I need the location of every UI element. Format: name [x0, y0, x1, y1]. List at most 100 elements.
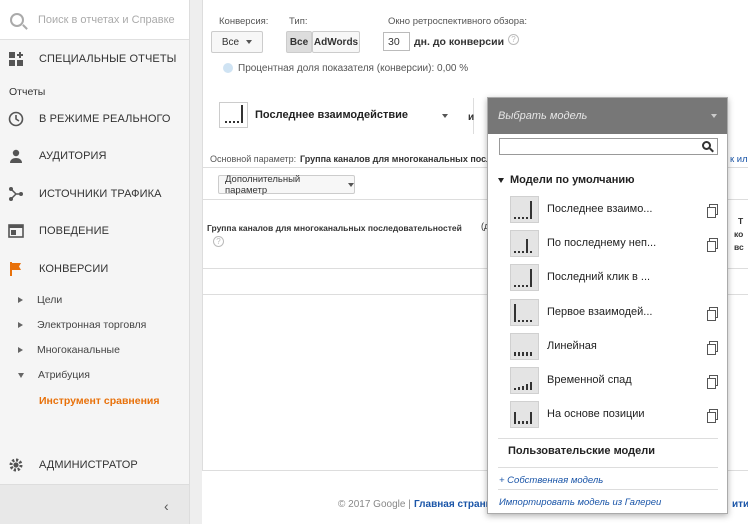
last-adwords-click-chart-icon — [510, 263, 539, 291]
position-based-chart-icon — [510, 400, 539, 428]
sidebar-item-audience[interactable]: АУДИТОРИЯ — [0, 138, 189, 174]
percent-text: Процентная доля показателя (конверсии): … — [238, 63, 469, 74]
type-all-button[interactable]: Все — [286, 31, 312, 53]
divider — [498, 438, 718, 439]
model-picker-header[interactable]: Выбрать модель — [488, 98, 727, 134]
chevron-down-icon — [711, 114, 717, 118]
model-option-last-interaction[interactable]: Последнее взаимо... — [510, 195, 720, 223]
model-option-name: Временной спад — [547, 374, 632, 386]
window-icon — [8, 223, 24, 239]
model-option-name: Первое взаимодей... — [547, 306, 653, 318]
right-link[interactable]: к или — [730, 154, 748, 165]
sidebar-item-conversions[interactable]: КОНВЕРСИИ — [0, 251, 189, 287]
model-search-input[interactable] — [499, 138, 718, 155]
secondary-dimension-label: Дополнительный параметр — [225, 173, 301, 196]
footer-right-link[interactable]: ити — [732, 499, 748, 510]
sidebar-item-admin[interactable]: АДМИНИСТРАТОР — [0, 447, 189, 483]
sidebar-item-behavior[interactable]: ПОВЕДЕНИЕ — [0, 213, 189, 249]
section-title: Модели по умолчанию — [510, 174, 635, 186]
sidebar-item-custom-reports[interactable]: СПЕЦИАЛЬНЫЕ ОТЧЕТЫ — [0, 41, 189, 77]
copy-icon[interactable] — [707, 203, 718, 218]
sidebar-item-realtime[interactable]: В РЕЖИМЕ РЕАЛЬНОГО — [0, 101, 189, 137]
sidebar-collapse-bar: ‹ — [0, 484, 189, 524]
first-interaction-chart-icon — [510, 298, 539, 326]
primary-dimension-value[interactable]: Группа каналов для многоканальных послед… — [300, 154, 508, 164]
search-icon — [10, 12, 24, 27]
sidebar-sub-attribution[interactable]: Атрибуция — [18, 369, 90, 381]
model-option-name: Линейная — [547, 340, 597, 352]
chevron-down-icon — [246, 40, 253, 44]
help-icon[interactable]: ? — [213, 236, 224, 247]
right-column-header-3: вс — [734, 242, 744, 252]
divider — [498, 467, 718, 468]
lookback-suffix: дн. до конверсии — [414, 36, 505, 48]
model-option-last-non-direct[interactable]: По последнему неп... — [510, 229, 720, 257]
copy-icon[interactable] — [707, 340, 718, 355]
reports-header: Отчеты — [9, 86, 46, 98]
person-icon — [8, 148, 24, 164]
model-option-first-interaction[interactable]: Первое взаимодей... — [510, 298, 720, 326]
secondary-dimension-button[interactable]: Дополнительный параметр — [218, 173, 355, 196]
help-icon[interactable]: ? — [508, 34, 519, 45]
default-models-section[interactable]: Модели по умолчанию — [498, 174, 635, 186]
column-header[interactable]: Группа каналов для многоканальных послед… — [207, 223, 462, 233]
type-label: Тип: — [289, 16, 308, 27]
right-column-header: Т — [738, 216, 744, 226]
clock-icon — [8, 111, 24, 127]
time-decay-chart-icon — [510, 366, 539, 394]
right-column-header-2: ко — [734, 229, 744, 239]
selected-model-name[interactable]: Последнее взаимодействие — [255, 109, 408, 121]
model-option-linear[interactable]: Линейная — [510, 332, 720, 360]
last-interaction-chart-icon — [510, 195, 539, 223]
model-option-name: На основе позиции — [547, 408, 645, 420]
sidebar-sub-multichannel[interactable]: Многоканальные — [18, 344, 120, 356]
type-adwords-button[interactable]: AdWords — [312, 31, 360, 53]
expand-arrow-icon — [18, 347, 23, 353]
linear-chart-icon — [510, 332, 539, 360]
grid-plus-icon — [8, 51, 24, 67]
gear-icon — [8, 457, 24, 473]
expand-arrow-icon — [18, 297, 23, 303]
footer-home-link[interactable]: Главная страни — [414, 499, 492, 510]
copy-icon[interactable] — [707, 237, 718, 252]
model-picker-dropdown: Выбрать модель Модели по умолчанию После… — [487, 97, 728, 514]
sidebar-search[interactable]: Поиск в отчетах и Справке — [0, 0, 189, 40]
last-non-direct-chart-icon — [510, 229, 539, 257]
collapse-arrow-icon — [498, 177, 504, 183]
sidebar-sub-goals[interactable]: Цели — [18, 294, 62, 306]
model-option-time-decay[interactable]: Временной спад — [510, 366, 720, 394]
flag-icon — [8, 261, 24, 277]
conversion-dropdown[interactable]: Все — [211, 31, 263, 53]
model-option-name: Последнее взаимо... — [547, 203, 653, 215]
copy-icon[interactable] — [707, 306, 718, 321]
model-option-position-based[interactable]: На основе позиции — [510, 400, 720, 428]
sidebar-sub-label: Электронная торговля — [37, 319, 147, 331]
model-thumb-icon — [219, 102, 248, 128]
search-placeholder: Поиск в отчетах и Справке — [38, 13, 175, 26]
search-icon — [702, 141, 711, 150]
import-model-link[interactable]: Импортировать модель из Галереи — [499, 497, 661, 508]
sidebar-item-label: КОНВЕРСИИ — [39, 263, 109, 275]
create-custom-model-link[interactable]: + Собственная модель — [499, 475, 603, 486]
model-option-last-adwords-click[interactable]: Последний клик в ... — [510, 263, 720, 291]
sidebar-sub-ecommerce[interactable]: Электронная торговля — [18, 319, 146, 331]
info-dot-icon — [223, 63, 233, 73]
copy-icon[interactable] — [707, 374, 718, 389]
sidebar-item-traffic[interactable]: ИСТОЧНИКИ ТРАФИКА — [0, 176, 189, 212]
model-dropdown-arrow-icon[interactable] — [442, 114, 448, 118]
lookback-input[interactable]: 30 — [383, 32, 410, 51]
collapse-arrow-icon — [18, 372, 24, 378]
custom-models-section: Пользовательские модели — [508, 445, 655, 457]
copy-icon[interactable] — [707, 408, 718, 423]
collapse-sidebar-button[interactable]: ‹ — [164, 498, 169, 514]
model-option-name: По последнему неп... — [547, 237, 657, 249]
sidebar-item-model-comparison[interactable]: Инструмент сравнения — [39, 395, 160, 407]
primary-dimension-label: Основной параметр: — [210, 154, 297, 164]
sidebar-sub-label: Атрибуция — [38, 369, 90, 381]
sidebar-item-label: ПОВЕДЕНИЕ — [39, 225, 110, 237]
and-label: и — [468, 112, 475, 123]
divider — [498, 489, 718, 490]
sidebar-sub-label: Цели — [37, 294, 63, 306]
sidebar-item-label: АУДИТОРИЯ — [39, 150, 107, 162]
lookback-label: Окно ретроспективного обзора: — [388, 16, 527, 27]
